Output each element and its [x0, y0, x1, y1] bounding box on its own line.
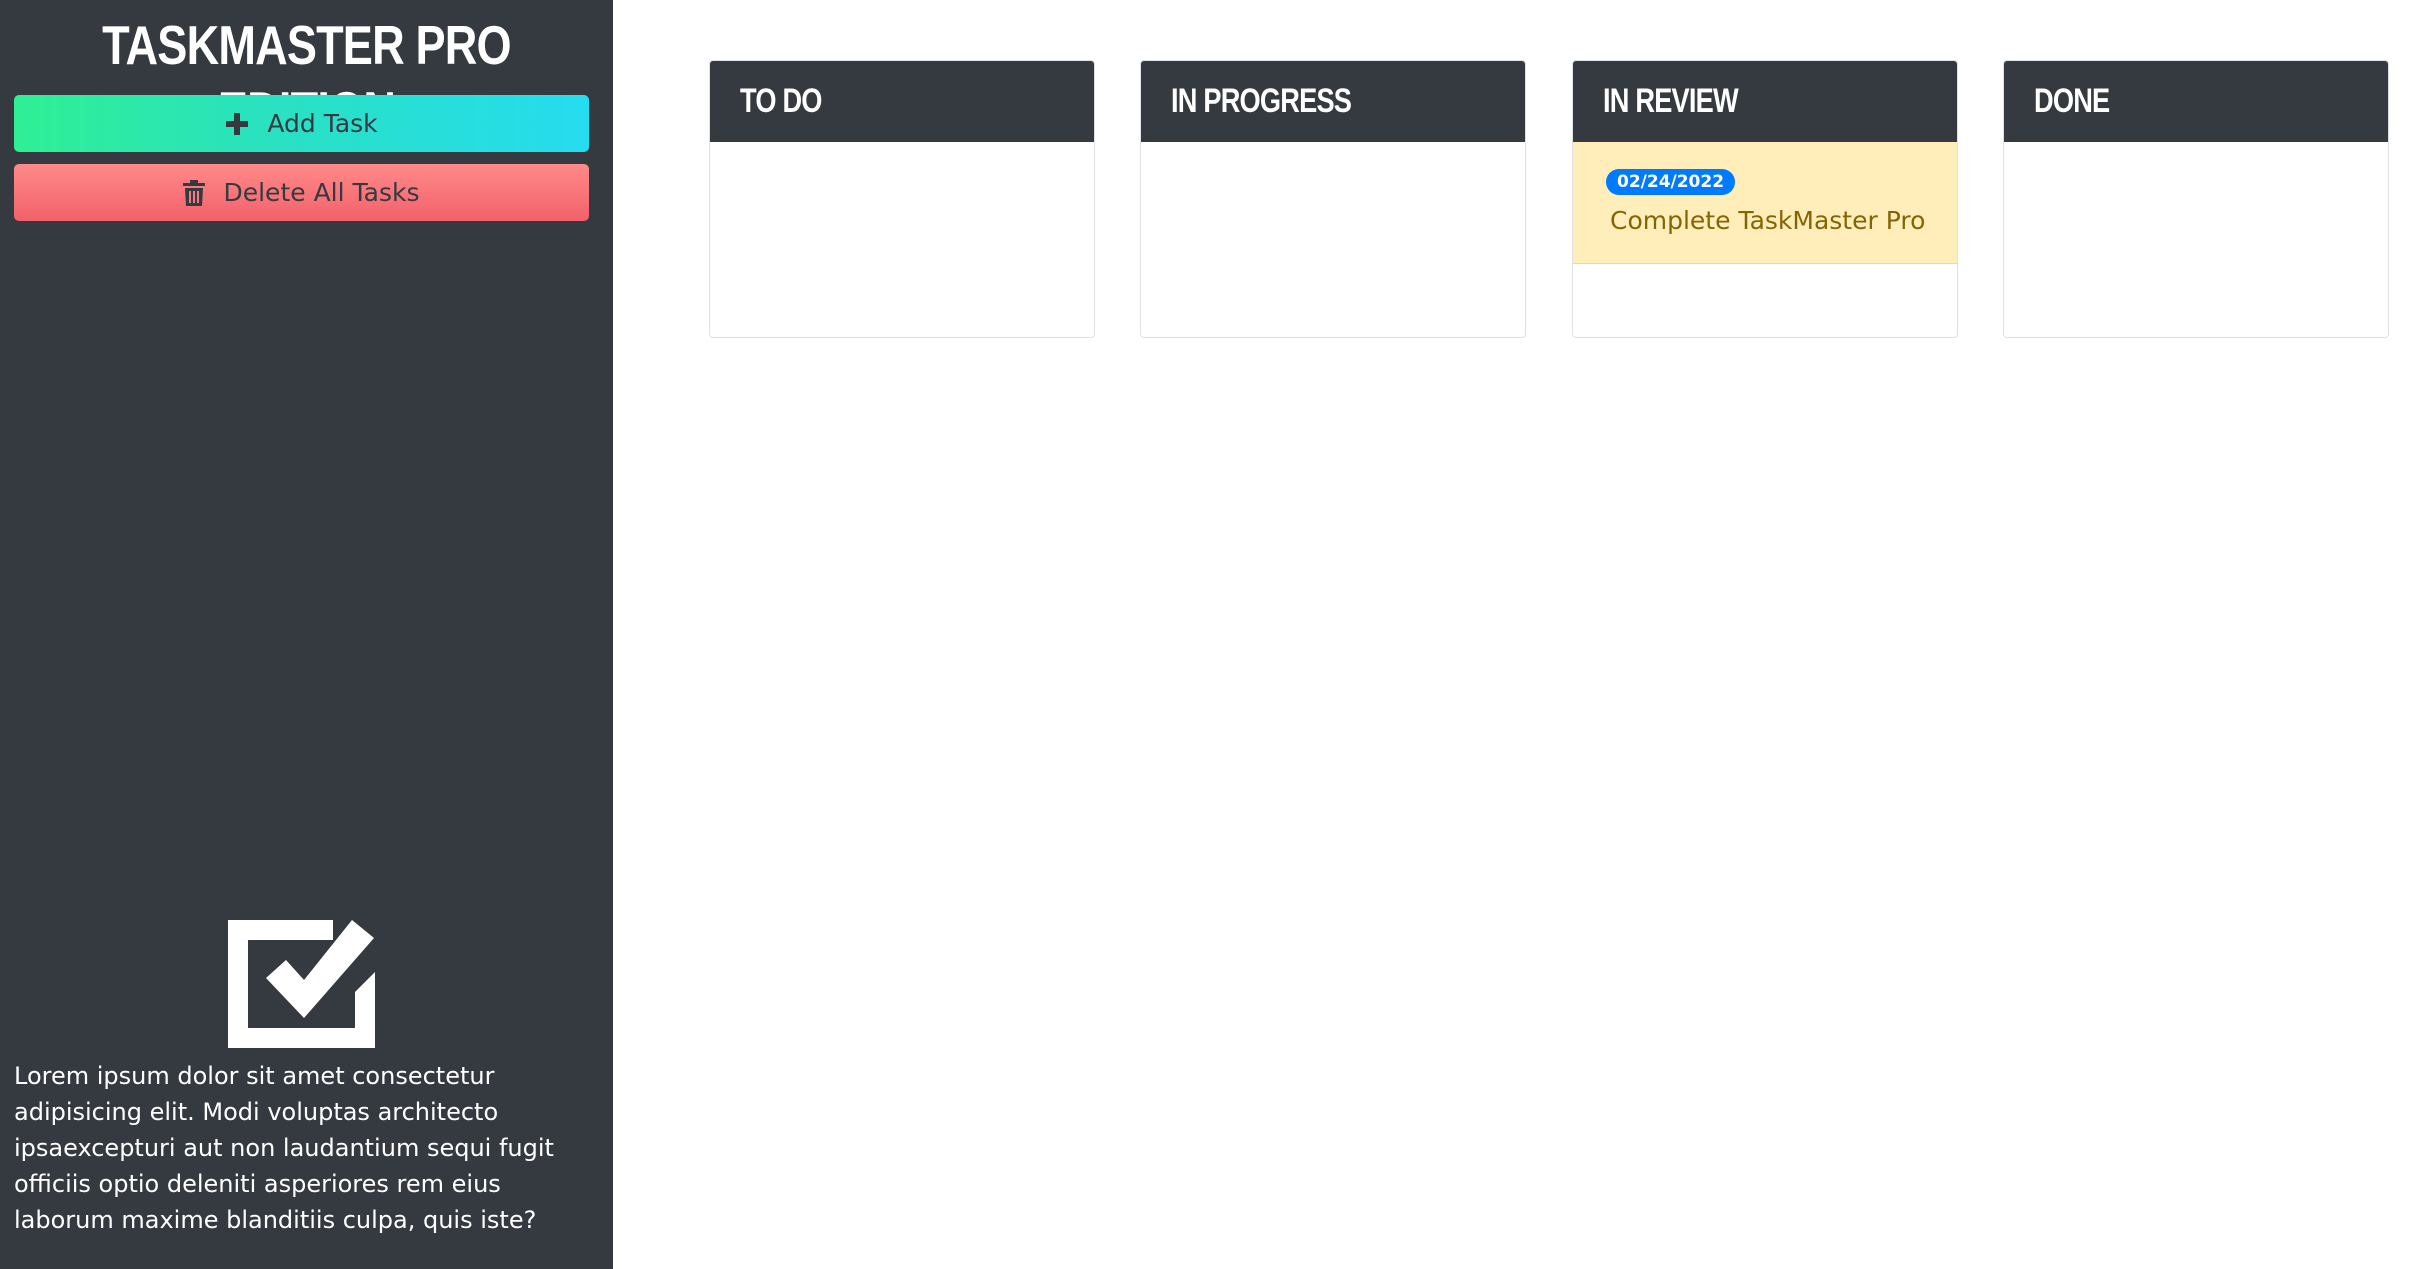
trash-icon	[183, 179, 206, 206]
column-to-do: TO DO	[709, 60, 1095, 338]
column-done: DONE	[2003, 60, 2389, 338]
add-task-button[interactable]: Add Task	[14, 95, 589, 152]
column-title: IN PROGRESS	[1171, 82, 1352, 120]
sidebar: TASKMASTER PRO EDITION Add Task	[0, 0, 613, 1269]
column-in-progress: IN PROGRESS	[1140, 60, 1526, 338]
about-text: Lorem ipsum dolor sit amet consectetur a…	[14, 1062, 554, 1234]
column-title: DONE	[2034, 82, 2110, 120]
column-header: IN REVIEW	[1573, 61, 1957, 142]
add-task-label: Add Task	[267, 109, 378, 138]
task-card[interactable]: 02/24/2022 Complete TaskMaster Pro	[1573, 142, 1957, 264]
delete-all-tasks-button[interactable]: Delete All Tasks	[14, 164, 589, 221]
task-due-date-badge: 02/24/2022	[1606, 169, 1736, 195]
delete-all-label: Delete All Tasks	[223, 178, 420, 207]
plus-icon	[225, 112, 249, 136]
task-title: Complete TaskMaster Pro	[1610, 206, 1926, 235]
column-header: IN PROGRESS	[1141, 61, 1525, 142]
column-title: IN REVIEW	[1603, 82, 1739, 120]
column-header: TO DO	[710, 61, 1094, 142]
checkbox-checked-icon	[228, 920, 376, 1048]
column-header: DONE	[2004, 61, 2388, 142]
column-title: TO DO	[740, 82, 822, 120]
app-root: TASKMASTER PRO EDITION Add Task	[0, 0, 2420, 1269]
column-in-review: IN REVIEW 02/24/2022 Complete TaskMaster…	[1572, 60, 1958, 338]
